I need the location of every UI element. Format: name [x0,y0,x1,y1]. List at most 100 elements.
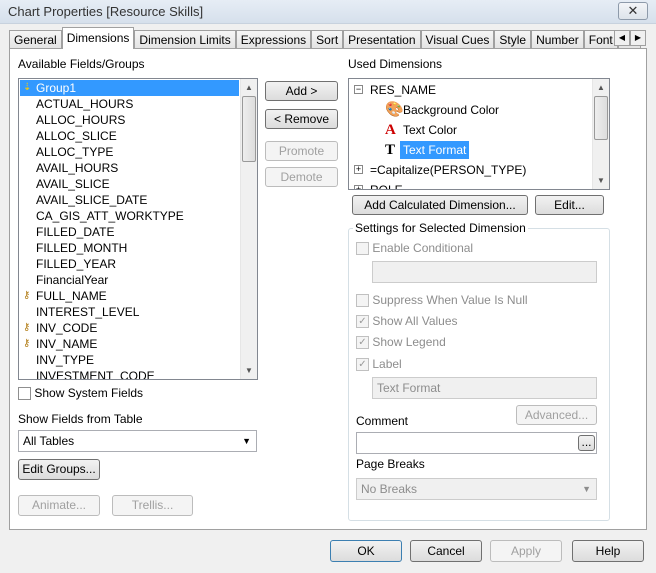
list-item-label: INV_TYPE [36,353,95,367]
list-item[interactable]: ALLOC_SLICE [20,128,239,144]
enable-conditional-checkbox[interactable] [356,242,369,256]
tab-bar: General Dimensions Dimension Limits Express… [9,27,642,49]
page-breaks-value: No Breaks [361,482,418,496]
used-scrollbar[interactable]: ▲ ▼ [592,79,609,189]
show-system-fields-checkbox[interactable] [18,387,31,401]
scroll-up-icon[interactable]: ▲ [593,79,609,96]
tab-visual-cues[interactable]: Visual Cues [420,30,495,49]
animate-button[interactable]: Animate... [18,495,100,516]
edit-button[interactable]: Edit... [535,195,604,215]
used-dimension-item[interactable]: + =Capitalize(PERSON_TYPE) [350,160,591,180]
tab-scroll-left-icon[interactable]: ◀ [614,30,630,46]
tab-presentation[interactable]: Presentation [343,30,421,49]
list-item-label: INVESTMENT_CODE [36,369,155,380]
expand-icon[interactable]: + [354,185,363,189]
list-item[interactable]: ALLOC_HOURS [20,112,239,128]
available-fields-label: Available Fields/Groups [18,57,145,71]
list-item[interactable]: CA_GIS_ATT_WORKTYPE [20,208,239,224]
text-color-icon: A [385,122,396,138]
list-item[interactable]: AVAIL_SLICE [20,176,239,192]
key-icon: ⚷ [23,290,31,301]
remove-button[interactable]: < Remove [265,109,338,129]
list-item-label: FILLED_YEAR [36,257,117,271]
list-item[interactable]: AVAIL_HOURS [20,160,239,176]
tab-number[interactable]: Number [531,30,584,49]
comment-input[interactable] [356,432,597,454]
scroll-up-icon[interactable]: ▲ [241,79,257,96]
list-item[interactable]: INTEREST_LEVEL [20,304,239,320]
used-dimensions-list[interactable]: − RES_NAME 🎨 Background Color A Text Color T Te… [348,78,610,190]
used-dimension-label: RES_NAME [370,83,437,97]
list-item-label: ALLOC_TYPE [36,145,114,159]
apply-button[interactable]: Apply [490,540,562,562]
list-item[interactable]: AVAIL_SLICE_DATE [20,192,239,208]
suppress-null-checkbox[interactable] [356,294,369,308]
expand-icon[interactable]: + [354,165,363,174]
label-input[interactable]: Text Format [372,377,597,399]
palette-icon: 🎨 [385,102,404,118]
tab-sort[interactable]: Sort [311,30,344,49]
list-item-label: FinancialYear [36,273,109,287]
tab-font[interactable]: Font [583,30,618,49]
text-format-icon: T [385,142,396,158]
trellis-button[interactable]: Trellis... [112,495,193,516]
list-item[interactable]: FILLED_DATE [20,224,239,240]
used-dimension-item[interactable]: A Text Color [350,120,591,140]
used-dimension-item[interactable]: T Text Format [350,140,591,160]
list-item[interactable]: ⚷ INV_NAME [20,336,239,352]
tab-style[interactable]: Style [494,30,532,49]
close-icon[interactable]: ✕ [618,2,648,20]
page-breaks-select[interactable]: No Breaks ▼ [356,478,597,500]
used-dimension-item[interactable]: + ROLE [350,180,591,189]
page-breaks-label: Page Breaks [356,457,425,471]
settings-label: Settings for Selected Dimension [353,221,528,235]
list-item[interactable]: FILLED_MONTH [20,240,239,256]
used-dimension-item[interactable]: 🎨 Background Color [350,100,591,120]
tab-dimension-limits[interactable]: Dimension Limits [134,30,236,49]
list-item[interactable]: INVESTMENT_CODE [20,368,239,380]
table-select-value: All Tables [23,434,75,448]
available-fields-list[interactable]: ⇣ Group1 ACTUAL_HOURS ALLOC_HOURS ALLOC_SLIC… [18,78,258,380]
tab-general[interactable]: General [9,30,62,49]
list-item-label: ALLOC_HOURS [36,113,126,127]
promote-button[interactable]: Promote [265,141,338,161]
scroll-down-icon[interactable]: ▼ [593,172,609,189]
tab-scroll-right-icon[interactable]: ▶ [630,30,646,46]
used-dimension-property-label: Text Color [403,123,458,137]
ok-button[interactable]: OK [330,540,402,562]
used-dimension-item[interactable]: − RES_NAME [350,80,591,100]
list-item[interactable]: ALLOC_TYPE [20,144,239,160]
used-dimension-label: =Capitalize(PERSON_TYPE) [370,163,527,177]
conditional-input[interactable] [372,261,597,283]
edit-groups-button[interactable]: Edit Groups... [18,459,100,480]
scroll-down-icon[interactable]: ▼ [241,362,257,379]
list-item-label: AVAIL_SLICE_DATE [36,193,148,207]
cancel-button[interactable]: Cancel [410,540,482,562]
list-item[interactable]: ⚷ FULL_NAME [20,288,239,304]
add-button[interactable]: Add > [265,81,338,101]
available-scrollbar[interactable]: ▲ ▼ [240,79,257,379]
add-calculated-dimension-button[interactable]: Add Calculated Dimension... [352,195,528,215]
demote-button[interactable]: Demote [265,167,338,187]
used-dimension-property-label: Text Format [400,141,470,159]
list-item[interactable]: ⚷ INV_CODE [20,320,239,336]
show-all-values-checkbox[interactable]: ✓ [356,315,369,329]
list-item[interactable]: FinancialYear [20,272,239,288]
list-item-label: INV_NAME [36,337,98,351]
list-item[interactable]: ACTUAL_HOURS [20,96,239,112]
list-item[interactable]: FILLED_YEAR [20,256,239,272]
collapse-icon[interactable]: − [354,85,363,94]
chevron-down-icon: ▼ [242,436,251,446]
advanced-button[interactable]: Advanced... [516,405,597,425]
label-checkbox[interactable]: ✓ [356,358,369,372]
comment-ellipsis-button[interactable]: ... [578,435,595,451]
chevron-down-icon: ▼ [582,484,591,494]
table-select[interactable]: All Tables ▼ [18,430,257,452]
show-legend-checkbox[interactable]: ✓ [356,336,369,350]
tab-dimensions[interactable]: Dimensions [61,27,135,49]
list-item[interactable]: ⇣ Group1 [20,80,239,96]
tab-expressions[interactable]: Expressions [235,30,312,49]
help-button[interactable]: Help [572,540,644,562]
list-item[interactable]: INV_TYPE [20,352,239,368]
used-dimensions-label: Used Dimensions [348,57,443,71]
